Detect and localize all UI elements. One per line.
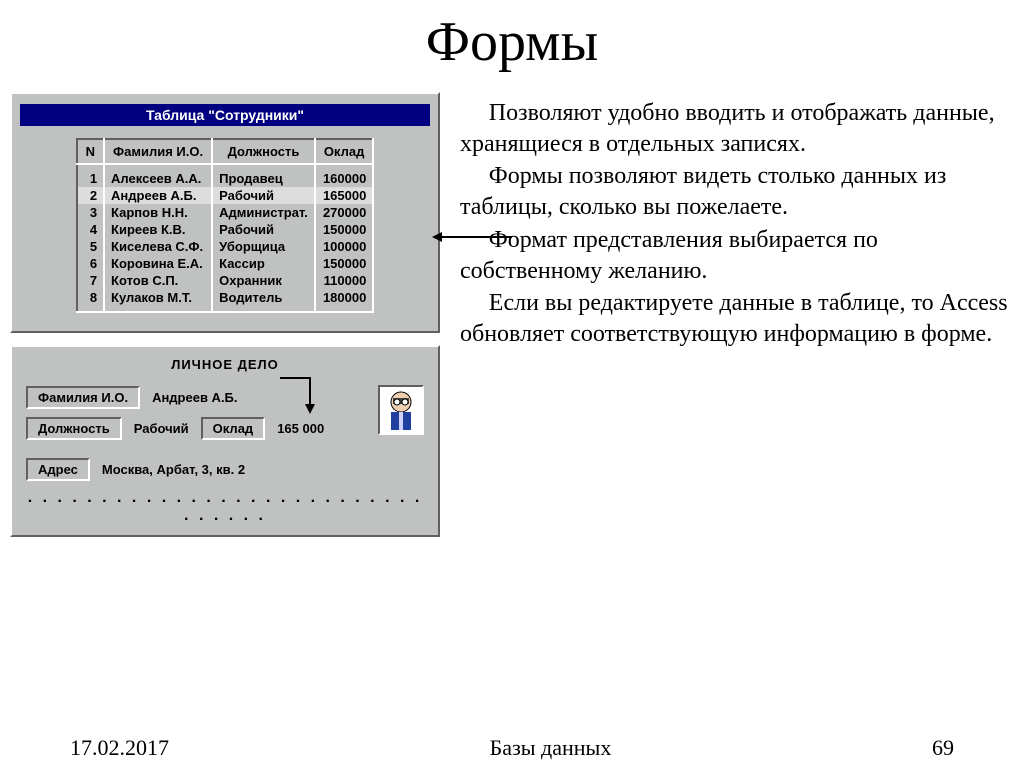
table-row[interactable]: 8 Кулаков М.Т. Водитель 180000 [77, 289, 374, 312]
header-n: N [77, 139, 104, 164]
slide-title: Формы [0, 10, 1024, 74]
header-name: Фамилия И.О. [104, 139, 212, 164]
content-row: Таблица "Сотрудники" N Фамилия И.О. Долж… [0, 92, 1024, 549]
left-column: Таблица "Сотрудники" N Фамилия И.О. Долж… [10, 92, 440, 549]
form-row-address: Адрес Москва, Арбат, 3, кв. 2 [26, 458, 424, 481]
form-row-name: Фамилия И.О. Андреев А.Б. [26, 386, 424, 409]
footer: 17.02.2017 Базы данных 69 [0, 735, 1024, 761]
label-position: Должность [26, 417, 122, 440]
footer-subject: Базы данных [490, 735, 612, 761]
form-title: ЛИЧНОЕ ДЕЛО [22, 357, 428, 372]
paragraph: Формы позволяют видеть столько данных из… [460, 161, 1014, 222]
table-title-bar: Таблица "Сотрудники" [20, 104, 430, 126]
value-address: Москва, Арбат, 3, кв. 2 [102, 462, 245, 477]
form-panel: ЛИЧНОЕ ДЕЛО Фамилия И.О. Андреев А.Б. До… [10, 345, 440, 537]
value-position: Рабочий [134, 421, 189, 436]
paragraph: Формат представления выбирается по собст… [460, 225, 1014, 286]
table-row[interactable]: 2 Андреев А.Б. Рабочий 165000 [77, 187, 374, 204]
table-row[interactable]: 6 Коровина Е.А. Кассир 150000 [77, 255, 374, 272]
header-position: Должность [212, 139, 315, 164]
person-icon [381, 388, 421, 432]
table-row[interactable]: 4 Киреев К.В. Рабочий 150000 [77, 221, 374, 238]
value-salary: 165 000 [277, 421, 324, 436]
arrow-down-icon [280, 378, 320, 418]
arrow-right-icon [432, 232, 512, 234]
footer-page: 69 [932, 735, 954, 761]
paragraph: Позволяют удобно вводить и отображать да… [460, 98, 1014, 159]
table-row[interactable]: 3 Карпов Н.Н. Администрат. 270000 [77, 204, 374, 221]
employees-table: N Фамилия И.О. Должность Оклад 1 Алексее… [76, 138, 375, 313]
label-address: Адрес [26, 458, 90, 481]
table-panel: Таблица "Сотрудники" N Фамилия И.О. Долж… [10, 92, 440, 333]
dots-separator: . . . . . . . . . . . . . . . . . . . . … [22, 489, 428, 525]
header-salary: Оклад [315, 139, 374, 164]
label-salary: Оклад [201, 417, 266, 440]
avatar [378, 385, 424, 435]
value-name: Андреев А.Б. [152, 390, 237, 405]
label-name: Фамилия И.О. [26, 386, 140, 409]
footer-date: 17.02.2017 [70, 735, 169, 761]
paragraph: Если вы редактируете данные в таблице, т… [460, 288, 1014, 349]
table-row[interactable]: 7 Котов С.П. Охранник 110000 [77, 272, 374, 289]
body-text: Позволяют удобно вводить и отображать да… [440, 92, 1014, 352]
form-row-position: Должность Рабочий Оклад 165 000 [26, 417, 424, 440]
table-row[interactable]: 1 Алексеев А.А. Продавец 160000 [77, 164, 374, 187]
table-row[interactable]: 5 Киселева С.Ф. Уборщица 100000 [77, 238, 374, 255]
table-header-row: N Фамилия И.О. Должность Оклад [77, 139, 374, 164]
